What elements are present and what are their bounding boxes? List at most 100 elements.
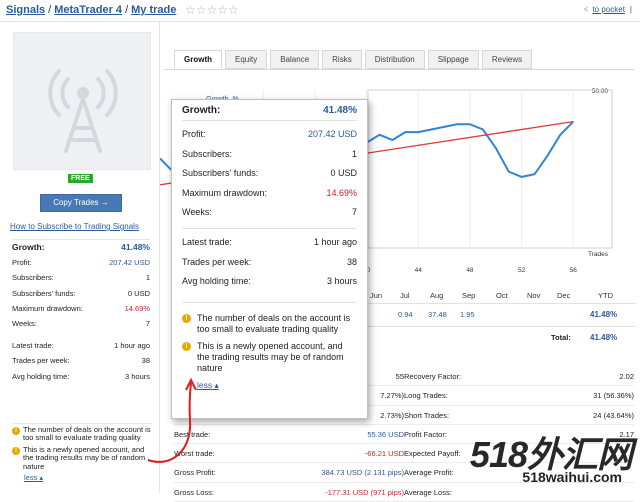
stat-label: Average Profit: (404, 468, 454, 478)
top-bar: Signals / MetaTrader 4/My trade ☆☆☆☆☆ < to … (0, 0, 640, 22)
stat-label: Gross Profit: (174, 468, 216, 478)
free-badge: FREE (68, 174, 93, 183)
breadcrumb: Signals / MetaTrader 4/My trade (6, 4, 176, 16)
popup-activity: Latest trade: 1 hour ago Trades per week:… (182, 227, 357, 292)
stat-profit: Profit: 207.42 USD (12, 258, 150, 268)
breadcrumb-my-trade[interactable]: My trade (131, 4, 176, 16)
breadcrumb-separator: / (125, 4, 129, 16)
stat-label: Profit Factor: (404, 429, 447, 439)
stat-growth: Growth: 41.48% (12, 242, 150, 252)
stat-row: Recovery Factor: 2.02 (404, 367, 634, 387)
stat-value: 55.36 USD (367, 429, 404, 439)
x-tick-label: 48 (466, 267, 474, 274)
popup-subscribers-funds: Subscribers' funds: 0 USD (182, 168, 357, 179)
stat-value: -177.31 USD (971 pips) (325, 487, 404, 497)
popup-trades-per-week: Trades per week: 38 (182, 256, 357, 267)
breadcrumb-signals[interactable]: Signals (6, 4, 45, 16)
stat-avg-holding: Avg holding time: 3 hours (12, 371, 150, 381)
month-header: Oct (496, 291, 508, 300)
pocket-separator: | (629, 5, 632, 14)
stat-row: Gross Loss: -177.31 USD (971 pips) (174, 483, 404, 502)
stat-subscribers-funds: Subscribers' funds: 0 USD (12, 288, 150, 298)
stat-row: Average Loss: (404, 483, 634, 502)
rating-stars[interactable]: ☆☆☆☆☆ (185, 3, 239, 17)
x-tick-label: 56 (570, 267, 578, 274)
stat-label: Average Loss: (404, 487, 452, 497)
popup-growth-row: Growth: 41.48% (182, 100, 357, 121)
month-header: Jun (370, 291, 383, 300)
left-notes: ! The number of deals on the account is t… (12, 423, 152, 482)
tab-distribution[interactable]: Distribution (364, 50, 425, 69)
left-panel: FREE Copy Trades → How to Subscribe to T… (0, 22, 160, 493)
popup-latest-trade: Latest trade: 1 hour ago (182, 236, 357, 247)
stat-value: 55 (395, 372, 404, 381)
stat-value: 24 (43.64%) (593, 410, 634, 420)
month-value: 0.94 (398, 310, 413, 319)
ytd-value: 41.48% (590, 310, 618, 319)
how-to-subscribe-link[interactable]: How to Subscribe to Trading Signals (10, 222, 139, 231)
chart-frame (367, 89, 613, 249)
popup-less-link[interactable]: less ▴ (197, 380, 219, 390)
stat-latest-trade: Latest trade: 1 hour ago (12, 341, 150, 351)
stat-row: Worst trade: -66.21 USD (174, 444, 404, 464)
stat-weeks: Weeks: 7 (12, 318, 150, 328)
stat-label: Recovery Factor: (404, 372, 462, 381)
y-top-tick-label: 50.00 (592, 88, 609, 95)
table-divider (360, 303, 636, 304)
stat-subscribers: Subscribers: 1 (12, 273, 150, 283)
month-value: 37.48 (428, 310, 447, 319)
to-pocket-link[interactable]: < to pocket | (584, 5, 632, 14)
warning-icon: ! (182, 341, 191, 351)
tab-equity[interactable]: Equity (225, 50, 268, 69)
stat-row: Gross Profit: 384.73 USD (2 131 pips) (174, 463, 404, 483)
month-value: 1.95 (460, 310, 475, 319)
popup-profit: Profit: 207.42 USD (182, 129, 357, 139)
breadcrumb-metatrader4[interactable]: MetaTrader 4 (54, 4, 122, 16)
total-value: 41.48% (590, 333, 618, 342)
popup-notes: ! The number of deals on the account is t… (182, 301, 357, 391)
breadcrumb-separator: / (48, 4, 52, 16)
left-stats: Growth: 41.48% Profit: 207.42 USD Subscrib… (12, 239, 150, 384)
x-tick-label: 44 (415, 267, 423, 274)
stat-value: 2.73%) (380, 410, 404, 420)
x-axis-label: Trades (588, 251, 609, 258)
stat-label: Gross Loss: (174, 487, 215, 497)
month-header: Jul (400, 291, 410, 300)
warning-icon: ! (12, 427, 20, 435)
popup-weeks: Weeks: 7 (182, 207, 357, 218)
tab-reviews[interactable]: Reviews (481, 50, 533, 69)
less-link[interactable]: less ▴ (24, 473, 43, 482)
copy-trades-button[interactable]: Copy Trades → (40, 194, 122, 212)
warning-icon: ! (12, 446, 20, 455)
warning-note: ! The number of deals on the account is t… (12, 425, 152, 443)
tab-bar: Growth Equity Balance Risks Distribution… (174, 50, 535, 70)
total-label: Total: (551, 333, 571, 342)
stat-row: Best trade: 55.36 USD (174, 425, 404, 445)
tab-balance[interactable]: Balance (270, 50, 320, 69)
ytd-header: YTD (598, 291, 613, 300)
tab-growth[interactable]: Growth (174, 50, 222, 69)
share-icon[interactable]: < (584, 5, 589, 14)
stat-value: 31 (56.36%) (593, 391, 634, 401)
monthly-table: YTD 41.48% Total: 41.48% Jun Jul 0.94 Aug 37… (360, 291, 636, 351)
signal-summary-popup: Growth: 41.48% Profit: 207.42 USD Subscrib… (171, 99, 368, 419)
stat-value: -66.21 USD (364, 449, 404, 459)
warning-note: ! This is a newly opened account, and the… (12, 445, 152, 471)
warning-note: ! This is a newly opened account, and the… (182, 341, 357, 374)
popup-avg-holding: Avg holding time: 3 hours (182, 276, 357, 287)
stat-row: Long Trades: 31 (56.36%) (404, 386, 634, 406)
antenna-icon (48, 69, 118, 153)
stat-label: Short Trades: (404, 410, 450, 420)
tab-risks[interactable]: Risks (322, 50, 362, 69)
tab-slippage[interactable]: Slippage (427, 50, 479, 69)
stat-max-drawdown: Maximum drawdown: 14.69% (12, 303, 150, 313)
month-header: Dec (557, 291, 571, 300)
month-header: Sep (462, 291, 476, 300)
popup-max-drawdown: Maximum drawdown: 14.69% (182, 187, 357, 198)
table-divider (360, 326, 636, 327)
popup-subscribers: Subscribers: 1 (182, 148, 357, 159)
stat-trades-per-week: Trades per week: 38 (12, 356, 150, 366)
warning-note: ! The number of deals on the account is t… (182, 313, 357, 335)
x-tick-label: 52 (518, 267, 526, 274)
watermark-url: 518waihui.com (522, 469, 622, 485)
